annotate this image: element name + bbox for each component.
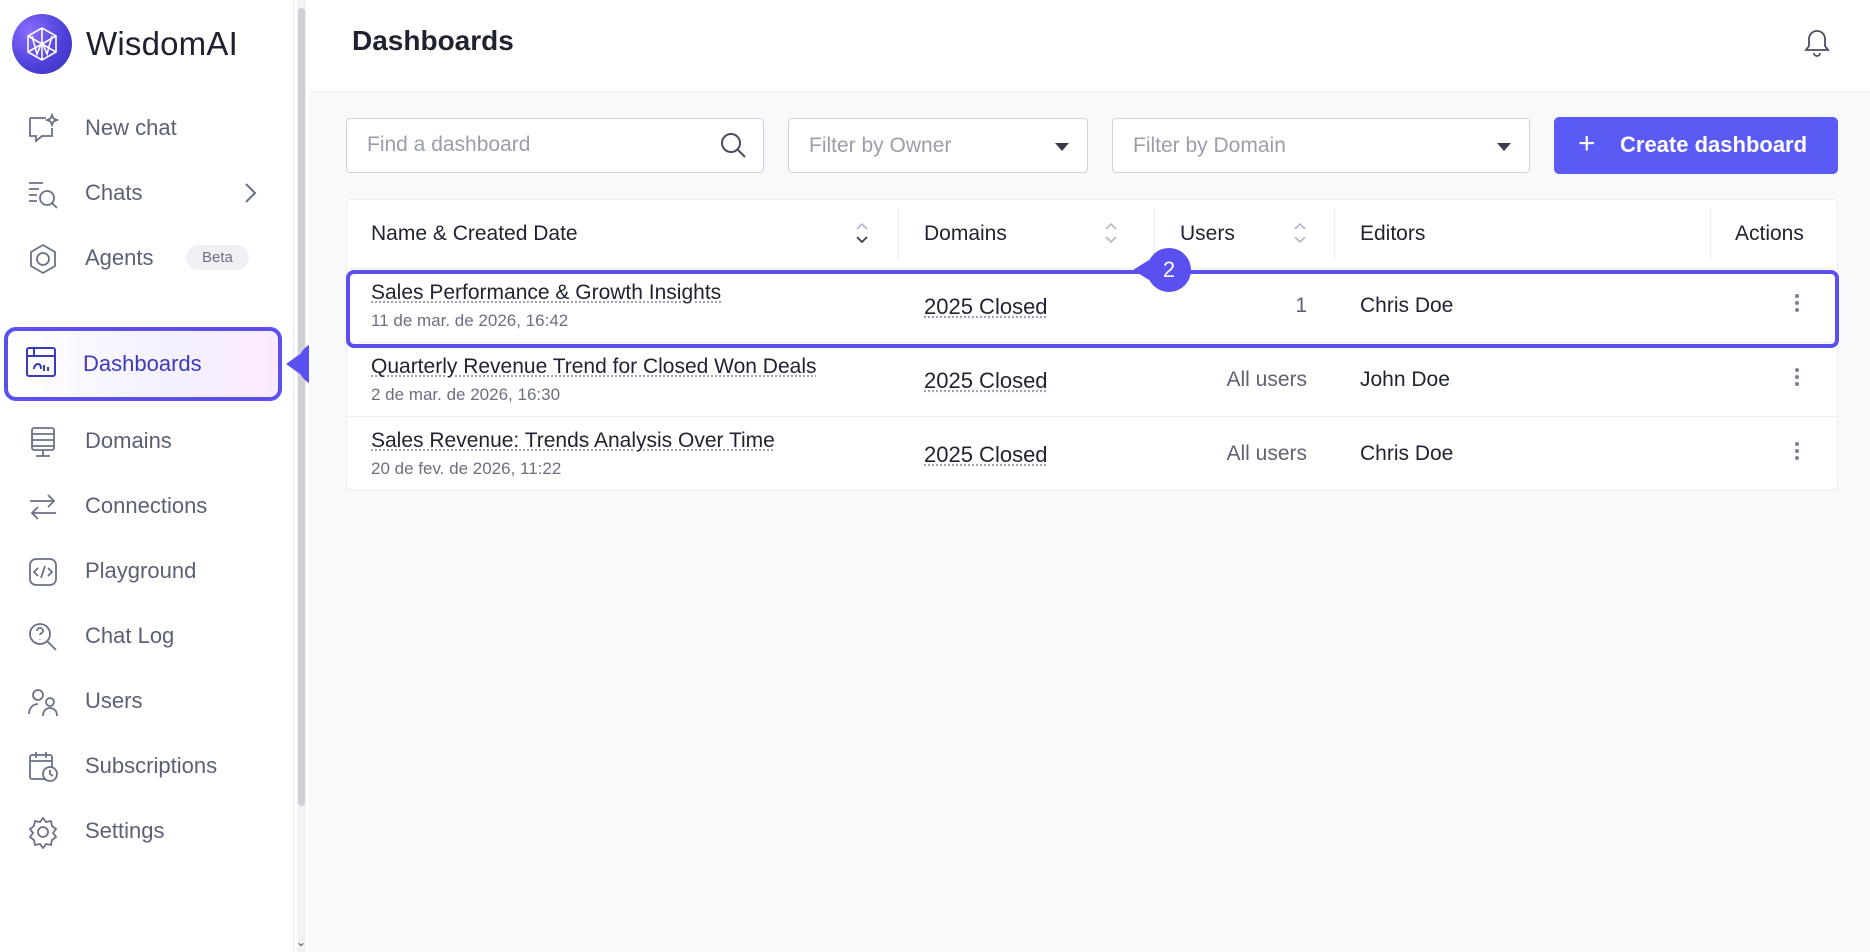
dashboards-table: Name & Created Date Domains Users Editor…: [346, 199, 1838, 491]
table-row[interactable]: Sales Revenue: Trends Analysis Over Time…: [347, 416, 1837, 490]
sidebar-item-settings[interactable]: Settings: [6, 796, 280, 866]
sidebar-item-subscriptions[interactable]: Subscriptions: [6, 731, 280, 801]
domain-filter-placeholder: Filter by Domain: [1133, 134, 1286, 157]
sidebar-item-label: New chat: [85, 115, 177, 140]
users-icon: [28, 689, 58, 717]
editor-name: Chris Doe: [1360, 294, 1454, 317]
app-logo[interactable]: WisdomAI: [12, 14, 238, 74]
column-divider: [898, 208, 899, 260]
column-header-actions: Actions: [1735, 200, 1835, 268]
sort-icon[interactable]: [1293, 220, 1307, 246]
sidebar-item-label: Users: [85, 688, 143, 713]
created-date: 2 de mar. de 2026, 16:30: [371, 385, 561, 404]
callout-marker-2: 2: [1133, 248, 1191, 292]
created-date: 20 de fev. de 2026, 11:22: [371, 459, 562, 478]
domain-link[interactable]: 2025 Closed: [924, 368, 1048, 394]
search-icon[interactable]: [719, 131, 747, 159]
page-header: Dashboards: [309, 0, 1870, 92]
scrollbar-thumb[interactable]: [298, 8, 305, 806]
table-row[interactable]: Sales Performance & Growth Insights 11 d…: [347, 268, 1837, 342]
owner-filter-select[interactable]: Filter by Owner: [788, 118, 1088, 173]
column-divider: [1710, 208, 1711, 260]
chat-log-search-icon: [29, 623, 57, 651]
page-title: Dashboards: [352, 25, 514, 56]
column-header-users[interactable]: Users: [1180, 200, 1320, 268]
dropdown-caret-icon: [1055, 143, 1069, 151]
sidebar-item-playground[interactable]: Playground: [6, 536, 280, 606]
domain-link[interactable]: 2025 Closed: [924, 294, 1048, 320]
scroll-down-arrow-icon[interactable]: ⌄: [296, 935, 306, 949]
dropdown-caret-icon: [1497, 143, 1511, 151]
domain-filter-select[interactable]: Filter by Domain: [1112, 118, 1530, 173]
calendar-clock-icon: [29, 752, 58, 782]
column-divider: [1334, 208, 1335, 260]
dashboard-name-link[interactable]: Sales Revenue: Trends Analysis Over Time: [371, 429, 775, 453]
callout-pointer-icon: [1133, 260, 1149, 280]
connections-arrows-icon: [30, 494, 56, 520]
sidebar-item-domains[interactable]: Domains: [6, 406, 280, 476]
column-header-name[interactable]: Name & Created Date: [371, 200, 891, 268]
editor-name: Chris Doe: [1360, 442, 1454, 465]
table-row[interactable]: Quarterly Revenue Trend for Closed Won D…: [347, 342, 1837, 416]
search-input[interactable]: [367, 133, 697, 157]
app-name: WisdomAI: [86, 25, 238, 62]
gear-icon: [28, 816, 58, 849]
dashboard-search[interactable]: [346, 118, 764, 173]
dashboard-icon: [26, 347, 56, 377]
domains-icon: [31, 427, 55, 457]
users-count: 1: [1295, 294, 1307, 317]
new-chat-icon: [29, 112, 60, 143]
sidebar-item-label: Domains: [85, 428, 172, 453]
column-header-label: Users: [1180, 222, 1235, 245]
column-header-label: Domains: [924, 222, 1007, 245]
sidebar-item-users[interactable]: Users: [6, 666, 280, 736]
users-count: All users: [1226, 368, 1307, 391]
sidebar-item-label: Chats: [85, 180, 143, 205]
sidebar-item-label: Connections: [85, 493, 208, 518]
column-header-label: Name & Created Date: [371, 222, 578, 245]
create-dashboard-label: Create dashboard: [1620, 132, 1808, 157]
plus-icon: +: [1578, 127, 1596, 160]
sidebar-item-new-chat[interactable]: New chat: [6, 93, 280, 163]
dashboard-name-link[interactable]: Sales Performance & Growth Insights: [371, 281, 721, 305]
sidebar-item-chats[interactable]: Chats: [6, 158, 280, 228]
column-header-domains[interactable]: Domains: [924, 200, 1124, 268]
more-actions-icon[interactable]: [1785, 291, 1809, 321]
created-date: 11 de mar. de 2026, 16:42: [371, 311, 569, 330]
notification-bell-icon[interactable]: [1803, 28, 1831, 58]
agents-icon: [30, 243, 56, 275]
column-header-editors: Editors: [1360, 200, 1660, 268]
column-header-label: Actions: [1735, 222, 1804, 245]
sidebar-item-label: Playground: [85, 558, 197, 583]
beta-badge: Beta: [186, 245, 249, 270]
sidebar-scrollbar[interactable]: ⌄: [296, 0, 306, 952]
dashboard-name-link[interactable]: Quarterly Revenue Trend for Closed Won D…: [371, 355, 817, 379]
column-header-label: Editors: [1360, 222, 1426, 245]
sidebar: WisdomAI New chat Chats Agents Beta Dash…: [0, 0, 294, 952]
sidebar-item-label: Chat Log: [85, 623, 175, 648]
wisdomai-logo-icon: [12, 14, 72, 74]
chats-search-icon: [29, 182, 58, 209]
owner-filter-placeholder: Filter by Owner: [809, 134, 952, 157]
sidebar-item-label: Agents: [85, 245, 154, 270]
sidebar-item-connections[interactable]: Connections: [6, 471, 280, 541]
code-icon: [29, 558, 57, 586]
users-count: All users: [1226, 442, 1307, 465]
sidebar-item-dashboards[interactable]: Dashboards: [4, 327, 282, 401]
sidebar-item-label: Dashboards: [83, 351, 202, 376]
more-actions-icon[interactable]: [1785, 365, 1809, 395]
more-actions-icon[interactable]: [1785, 439, 1809, 469]
editor-name: John Doe: [1360, 368, 1450, 391]
create-dashboard-button[interactable]: + Create dashboard: [1554, 117, 1838, 174]
sort-icon[interactable]: [855, 220, 869, 246]
sort-icon[interactable]: [1104, 220, 1118, 246]
sidebar-item-label: Subscriptions: [85, 753, 218, 778]
sidebar-item-chat-log[interactable]: Chat Log: [6, 601, 280, 671]
chevron-right-icon[interactable]: [238, 178, 262, 208]
sidebar-item-label: Settings: [85, 818, 165, 843]
sidebar-item-agents[interactable]: Agents Beta: [6, 223, 280, 293]
callout-number: 2: [1162, 257, 1176, 282]
domain-link[interactable]: 2025 Closed: [924, 442, 1048, 468]
